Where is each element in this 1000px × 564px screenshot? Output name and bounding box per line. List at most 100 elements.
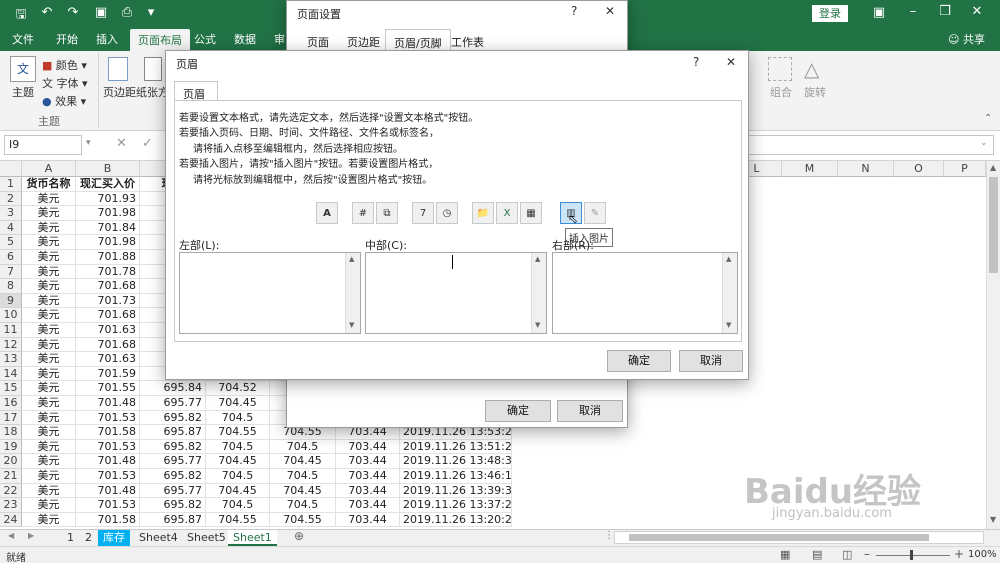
file-path-icon[interactable]: 📁: [472, 202, 494, 224]
format-text-icon[interactable]: A: [316, 202, 338, 224]
table-cell[interactable]: 703.44: [336, 512, 400, 528]
table-cell[interactable]: 701.58: [76, 425, 140, 440]
column-header[interactable]: P: [944, 161, 986, 177]
table-cell[interactable]: 704.55: [206, 512, 270, 528]
table-cell[interactable]: 美元: [22, 293, 76, 309]
themes-button[interactable]: 主题: [12, 84, 34, 100]
table-cell[interactable]: 703.44: [336, 439, 400, 455]
center-section-scrollbar[interactable]: ▲ ▼: [531, 253, 546, 333]
header-cell[interactable]: 现汇买入价: [76, 177, 140, 192]
tab-header[interactable]: 页眉: [174, 81, 218, 101]
zoom-slider-track[interactable]: [876, 555, 950, 556]
table-cell[interactable]: 701.98: [76, 206, 140, 221]
expand-formula-icon[interactable]: ⌄: [980, 138, 988, 148]
table-cell[interactable]: 704.55: [270, 512, 336, 528]
undo-icon[interactable]: ↶: [36, 5, 58, 20]
table-cell[interactable]: 美元: [22, 264, 76, 280]
table-cell[interactable]: 701.63: [76, 352, 140, 367]
row-header[interactable]: 10: [0, 308, 22, 323]
table-cell[interactable]: 695.84: [140, 381, 206, 396]
row-header[interactable]: 5: [0, 235, 22, 250]
table-cell[interactable]: 703.44: [336, 483, 400, 499]
left-section-scrollbar[interactable]: ▲ ▼: [345, 253, 360, 333]
row-header[interactable]: 1: [0, 177, 22, 192]
table-cell[interactable]: 695.77: [140, 483, 206, 499]
table-cell[interactable]: 美元: [22, 439, 76, 455]
table-cell[interactable]: 美元: [22, 410, 76, 426]
tab-home[interactable]: 开始: [56, 31, 78, 47]
rotate-button[interactable]: 旋转: [804, 84, 826, 100]
table-cell[interactable]: 美元: [22, 235, 76, 250]
left-section-input[interactable]: ▲ ▼: [179, 252, 361, 334]
table-cell[interactable]: 美元: [22, 396, 76, 411]
table-cell[interactable]: 701.55: [76, 381, 140, 396]
combine-button[interactable]: 组合: [770, 84, 792, 100]
table-cell[interactable]: 701.68: [76, 308, 140, 323]
scroll-up-icon[interactable]: ▲: [349, 255, 354, 263]
table-cell[interactable]: 美元: [22, 352, 76, 367]
vertical-scrollbar[interactable]: ▲ ▼: [986, 161, 1000, 529]
horizontal-scrollbar[interactable]: [614, 531, 984, 544]
table-cell[interactable]: 701.48: [76, 454, 140, 469]
table-cell[interactable]: 701.84: [76, 220, 140, 236]
table-cell[interactable]: 704.5: [206, 439, 270, 455]
table-cell[interactable]: 703.44: [336, 469, 400, 484]
table-cell[interactable]: 704.45: [270, 454, 336, 469]
table-cell[interactable]: 701.73: [76, 293, 140, 309]
tab-sheet[interactable]: 工作表: [451, 34, 484, 50]
cancel-button[interactable]: 取消: [557, 400, 623, 422]
row-header[interactable]: 16: [0, 396, 22, 411]
qat-dropdown-icon[interactable]: ▾: [140, 5, 162, 20]
row-header[interactable]: 23: [0, 498, 22, 513]
table-cell[interactable]: 701.53: [76, 498, 140, 513]
sheet-tab-2[interactable]: 2: [80, 530, 97, 546]
row-header[interactable]: 9: [0, 293, 22, 309]
scroll-up-icon[interactable]: ▲: [726, 255, 731, 263]
table-cell[interactable]: 701.59: [76, 366, 140, 382]
minimize-icon[interactable]: –: [902, 4, 924, 19]
name-box[interactable]: I9: [4, 135, 82, 155]
date-icon[interactable]: 7: [412, 202, 434, 224]
row-header[interactable]: 8: [0, 279, 22, 294]
redo-icon[interactable]: ↷: [62, 5, 84, 20]
row-header[interactable]: 22: [0, 483, 22, 499]
column-header[interactable]: N: [838, 161, 894, 177]
table-cell[interactable]: 701.68: [76, 279, 140, 294]
close-icon[interactable]: ✕: [605, 4, 615, 18]
collapse-ribbon-icon[interactable]: ⌃: [984, 113, 992, 124]
normal-view-icon[interactable]: ▦: [780, 548, 790, 561]
login-button[interactable]: 登录: [812, 5, 848, 22]
table-cell[interactable]: 701.63: [76, 323, 140, 338]
row-header[interactable]: 13: [0, 352, 22, 367]
share-button[interactable]: ☺ 共享: [948, 31, 985, 47]
table-cell[interactable]: 2019.11.26 13:48:37: [400, 454, 512, 469]
table-cell[interactable]: 701.93: [76, 191, 140, 207]
tab-file[interactable]: 文件: [12, 31, 34, 47]
table-cell[interactable]: 美元: [22, 220, 76, 236]
table-cell[interactable]: 美元: [22, 308, 76, 323]
table-cell[interactable]: 695.77: [140, 396, 206, 411]
tab-margins[interactable]: 页边距: [347, 34, 380, 50]
table-cell[interactable]: 695.82: [140, 439, 206, 455]
table-cell[interactable]: 701.53: [76, 410, 140, 426]
row-header[interactable]: 2: [0, 191, 22, 207]
file-name-icon[interactable]: X: [496, 202, 518, 224]
table-cell[interactable]: 2019.11.26 13:51:25: [400, 439, 512, 455]
table-cell[interactable]: 美元: [22, 425, 76, 440]
close-icon[interactable]: ✕: [966, 4, 988, 19]
row-header[interactable]: 11: [0, 323, 22, 338]
add-sheet-icon[interactable]: ⊕: [294, 529, 304, 543]
table-cell[interactable]: 美元: [22, 191, 76, 207]
table-cell[interactable]: 695.77: [140, 454, 206, 469]
table-cell[interactable]: 701.58: [76, 512, 140, 528]
effects-button[interactable]: ● 效果 ▾: [42, 93, 86, 109]
fonts-button[interactable]: 文 字体 ▾: [42, 75, 88, 91]
row-header[interactable]: 4: [0, 220, 22, 236]
tab-splitter-icon[interactable]: ⋮: [604, 530, 614, 541]
select-all-corner[interactable]: [0, 161, 22, 177]
table-cell[interactable]: 2019.11.26 13:39:34: [400, 483, 512, 499]
table-cell[interactable]: 美元: [22, 483, 76, 499]
table-cell[interactable]: 695.87: [140, 512, 206, 528]
table-cell[interactable]: 703.44: [336, 498, 400, 513]
table-cell[interactable]: 695.82: [140, 410, 206, 426]
